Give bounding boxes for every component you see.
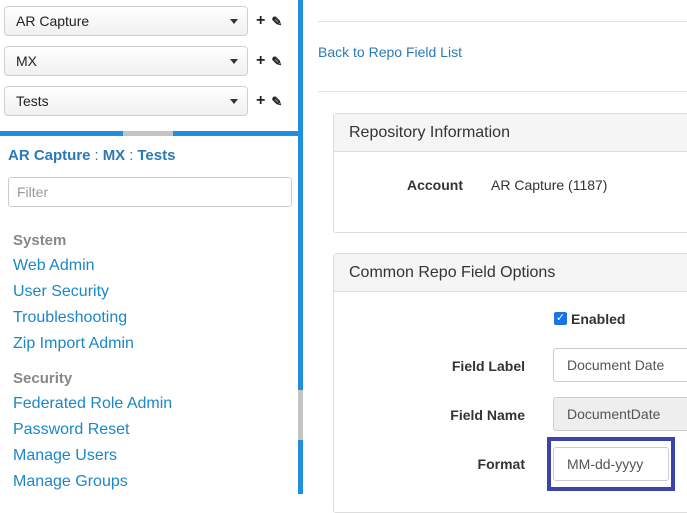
format-highlight-box xyxy=(547,437,675,491)
account-select-value: AR Capture xyxy=(16,13,90,29)
nav-item-manage-users[interactable]: Manage Users xyxy=(13,443,283,469)
panel-heading: Repository Information xyxy=(334,114,687,152)
add-icon[interactable]: + xyxy=(256,13,265,29)
breadcrumb-group[interactable]: MX xyxy=(103,147,126,164)
nav-item-zip-import-admin[interactable]: Zip Import Admin xyxy=(13,331,283,357)
edit-icon[interactable]: ✎ xyxy=(271,95,282,108)
add-icon[interactable]: + xyxy=(256,53,265,69)
group-select-value: MX xyxy=(16,53,37,69)
caret-down-icon xyxy=(230,58,238,64)
selector-row-2: MX + ✎ xyxy=(4,46,294,76)
breadcrumb-repo[interactable]: Tests xyxy=(137,147,175,164)
group-select[interactable]: MX xyxy=(4,46,248,76)
back-to-repo-field-list-link[interactable]: Back to Repo Field List xyxy=(318,44,462,60)
filter-input[interactable] xyxy=(8,177,292,207)
enabled-checkbox[interactable]: ✓ xyxy=(554,312,567,325)
field-name-label: Field Name xyxy=(450,407,525,423)
account-label: Account xyxy=(407,177,463,193)
caret-down-icon xyxy=(230,98,238,104)
account-value: AR Capture (1187) xyxy=(491,177,608,193)
panel-heading: Common Repo Field Options xyxy=(334,254,687,292)
nav-item-web-admin[interactable]: Web Admin xyxy=(13,253,283,279)
nav-item-troubleshooting[interactable]: Troubleshooting xyxy=(13,305,283,331)
field-label-label: Field Label xyxy=(451,358,525,374)
selector-row-1: AR Capture + ✎ xyxy=(4,6,294,36)
repo-select-value: Tests xyxy=(16,93,49,109)
nav-header-security: Security xyxy=(13,370,73,387)
format-label: Format xyxy=(477,456,525,472)
field-label-input[interactable] xyxy=(553,348,687,382)
left-panel: AR Capture + ✎ MX + ✎ Tests + ✎ AR Captu… xyxy=(0,0,298,494)
selector-row-3: Tests + ✎ xyxy=(4,86,294,116)
account-select[interactable]: AR Capture xyxy=(4,6,248,36)
breadcrumb-account[interactable]: AR Capture xyxy=(8,147,91,164)
nav-item-user-security[interactable]: User Security xyxy=(13,279,283,305)
nav-item-password-reset[interactable]: Password Reset xyxy=(13,417,283,443)
main-content: Back to Repo Field List Repository Infor… xyxy=(303,0,687,513)
divider xyxy=(318,21,687,22)
nav-item-manage-groups[interactable]: Manage Groups xyxy=(13,469,283,495)
nav-item-federated-role-admin[interactable]: Federated Role Admin xyxy=(13,391,283,417)
breadcrumb-separator: : xyxy=(94,147,99,164)
repo-select[interactable]: Tests xyxy=(4,86,248,116)
field-name-input xyxy=(553,397,687,431)
nav-header-system: System xyxy=(13,232,67,249)
edit-icon[interactable]: ✎ xyxy=(271,15,282,28)
enabled-label: Enabled xyxy=(571,311,626,327)
caret-down-icon xyxy=(230,18,238,24)
add-icon[interactable]: + xyxy=(256,93,265,109)
edit-icon[interactable]: ✎ xyxy=(271,55,282,68)
nav-list: System Web Admin User Security Troublesh… xyxy=(13,228,283,495)
breadcrumb-separator: : xyxy=(129,147,134,164)
repository-information-panel: Repository Information Account AR Captur… xyxy=(333,113,687,233)
breadcrumb: AR Capture: MX: Tests xyxy=(8,147,175,164)
divider xyxy=(318,91,687,92)
horizontal-splitter[interactable] xyxy=(0,131,298,136)
splitter-grip[interactable] xyxy=(123,131,173,136)
